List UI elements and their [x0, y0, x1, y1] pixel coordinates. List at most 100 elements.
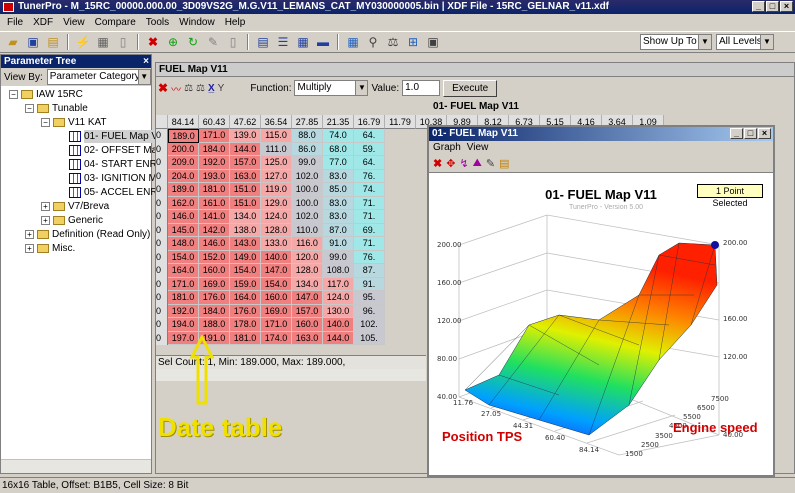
tree-node-v7-breva[interactable]: + V7/Breva	[41, 200, 109, 213]
table-cell[interactable]: 77.0	[323, 156, 354, 170]
table-cell[interactable]: 149.0	[230, 250, 261, 264]
table-cell[interactable]: 71.	[354, 196, 385, 210]
tools-icon[interactable]: ✎	[204, 33, 222, 51]
maximize-button[interactable]: □	[766, 1, 779, 12]
table-cell[interactable]: 184.0	[199, 142, 230, 156]
row-header[interactable]: 0	[156, 291, 168, 305]
table-cell[interactable]: 160.0	[199, 264, 230, 278]
graph-maximize-button[interactable]: □	[744, 128, 757, 139]
table-cell[interactable]: 127.0	[261, 169, 292, 183]
table-cell[interactable]: 91.0	[323, 237, 354, 251]
document-icon[interactable]: ▯	[114, 33, 132, 51]
table-cell[interactable]: 204.0	[168, 169, 199, 183]
table-cell[interactable]: 138.0	[230, 223, 261, 237]
monitor-icon[interactable]: ▬	[314, 33, 332, 51]
table-cell[interactable]: 69.	[354, 223, 385, 237]
tree-node-definition[interactable]: + Definition (Read Only)	[25, 228, 150, 241]
delete-icon[interactable]: ✖	[144, 33, 162, 51]
save-icon[interactable]: ▣	[24, 33, 42, 51]
tree-node-misc[interactable]: + Misc.	[25, 242, 75, 255]
table-cell[interactable]: 176.0	[230, 304, 261, 318]
table-cell[interactable]: 139.0	[230, 129, 261, 143]
row-header[interactable]: 0	[156, 142, 168, 156]
table-cell[interactable]: 147.0	[292, 291, 323, 305]
table-cell[interactable]: 154.0	[261, 277, 292, 291]
table-cell[interactable]: 83.0	[323, 210, 354, 224]
menu-compare[interactable]: Compare	[90, 15, 141, 31]
chip-icon[interactable]: ▦	[94, 33, 112, 51]
table-cell[interactable]: 68.0	[323, 142, 354, 156]
table-cell[interactable]: 209.0	[168, 156, 199, 170]
row-header[interactable]: 0	[156, 250, 168, 264]
table-cell[interactable]: 162.0	[168, 196, 199, 210]
row-header[interactable]: 0	[156, 318, 168, 332]
open-folder-icon[interactable]: ▰	[4, 33, 22, 51]
table-cell[interactable]: 100.0	[292, 196, 323, 210]
graph-close-button[interactable]: ×	[758, 128, 771, 139]
close-button[interactable]: ×	[780, 1, 793, 12]
row-header[interactable]: 0	[156, 264, 168, 278]
table-cell[interactable]: 120.0	[292, 250, 323, 264]
table-cell[interactable]: 140.0	[261, 250, 292, 264]
menu-view[interactable]: View	[58, 15, 90, 31]
table-cell[interactable]: 181.0	[199, 183, 230, 197]
table-cell[interactable]: 99.0	[292, 156, 323, 170]
menu-xdf[interactable]: XDF	[28, 15, 58, 31]
table-cell[interactable]: 157.0	[230, 156, 261, 170]
table-cell[interactable]: 102.	[354, 318, 385, 332]
table-cell[interactable]: 171.0	[261, 318, 292, 332]
table-cell[interactable]: 119.0	[261, 183, 292, 197]
list-view-icon[interactable]: ☰	[274, 33, 292, 51]
table-cell[interactable]: 105.	[354, 331, 385, 345]
table-cell[interactable]: 160.0	[261, 291, 292, 305]
table-cell[interactable]: 140.0	[323, 318, 354, 332]
table-cell[interactable]: 74.	[354, 183, 385, 197]
table-cell[interactable]: 144.0	[230, 142, 261, 156]
table-cell[interactable]: 163.0	[230, 169, 261, 183]
table-cell[interactable]: 154.0	[168, 250, 199, 264]
table-cell[interactable]: 181.0	[230, 331, 261, 345]
column-header[interactable]: 11.79	[385, 115, 416, 129]
table-cell[interactable]: 176.0	[199, 291, 230, 305]
column-header[interactable]: 60.43	[199, 115, 230, 129]
table-cell[interactable]: 64.	[354, 129, 385, 143]
row-header[interactable]: 0	[156, 237, 168, 251]
view-by-select[interactable]: Parameter Category ▼	[46, 69, 151, 85]
row-header[interactable]: 0	[156, 169, 168, 183]
table-cell[interactable]: 76.	[354, 169, 385, 183]
table-cell[interactable]: 154.0	[230, 264, 261, 278]
row-header[interactable]: 0	[156, 223, 168, 237]
close-panel-icon[interactable]: ×	[143, 55, 149, 68]
table-cell[interactable]: 147.0	[261, 264, 292, 278]
table-cell[interactable]: 110.0	[292, 223, 323, 237]
table-cell[interactable]: 74.0	[323, 129, 354, 143]
clear-icon[interactable]: ✖	[158, 81, 168, 95]
table-cell[interactable]: 128.0	[261, 223, 292, 237]
table-cell[interactable]: 115.0	[261, 129, 292, 143]
table-cell[interactable]: 117.0	[323, 277, 354, 291]
table-view-icon[interactable]: ▤	[254, 33, 272, 51]
table-cell[interactable]: 111.0	[261, 142, 292, 156]
table-cell[interactable]: 108.0	[323, 264, 354, 278]
row-header[interactable]: 0	[156, 277, 168, 291]
zoom-icon[interactable]: ⚲	[364, 33, 382, 51]
row-header[interactable]: 0	[156, 196, 168, 210]
graph-menu-view[interactable]: View	[467, 141, 489, 155]
table-cell[interactable]: 134.0	[230, 210, 261, 224]
row-header[interactable]: 0	[156, 304, 168, 318]
column-header[interactable]: 84.14	[168, 115, 199, 129]
table-cell[interactable]: 192.0	[168, 304, 199, 318]
menu-window[interactable]: Window	[174, 15, 220, 31]
table-cell[interactable]: 169.0	[199, 277, 230, 291]
tree-node-accel-enrich[interactable]: 05- ACCEL ENRI	[69, 186, 160, 199]
table-cell[interactable]: 146.0	[168, 210, 199, 224]
save-as-icon[interactable]: ▤	[44, 33, 62, 51]
table-cell[interactable]: 91.	[354, 277, 385, 291]
table-cell[interactable]: 96.	[354, 304, 385, 318]
table-cell[interactable]: 128.0	[292, 264, 323, 278]
table-cell[interactable]: 188.0	[199, 318, 230, 332]
table-cell[interactable]: 83.0	[323, 169, 354, 183]
value-input[interactable]: 1.0	[402, 80, 441, 96]
table-cell[interactable]: 95.	[354, 291, 385, 305]
table-cell[interactable]: 146.0	[199, 237, 230, 251]
